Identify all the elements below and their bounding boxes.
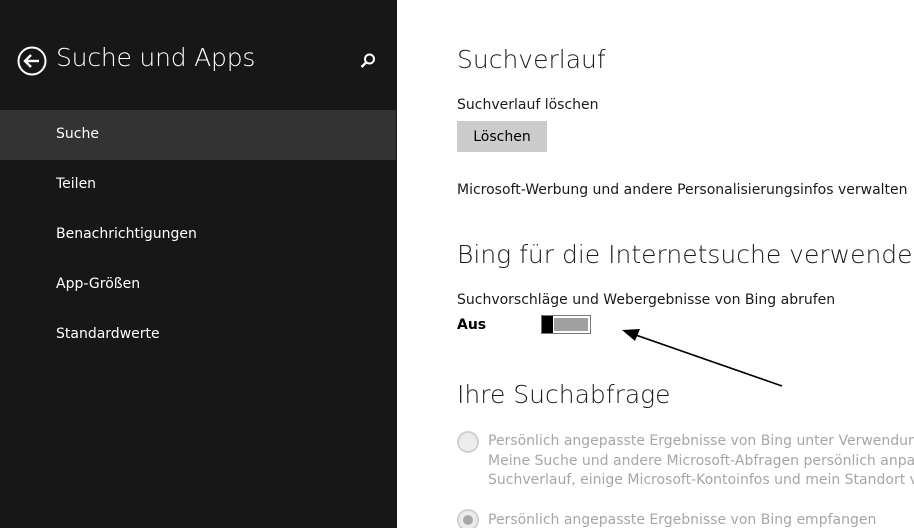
settings-pane: Suchverlauf Suchverlauf löschen Löschen … [397,0,914,528]
personalized-results-radio[interactable] [457,431,479,453]
option1-line2: Meine Suche und andere Microsoft-Abfrage… [488,453,914,469]
nav-item-teilen[interactable]: Teilen [0,160,397,210]
nav-item-label: Standardwerte [56,326,160,342]
nav-item-label: Suche [56,126,99,142]
bing-suggestions-toggle[interactable] [541,315,591,334]
bing-suggestions-label: Suchvorschläge und Webergebnisse von Bin… [457,292,836,308]
nav-item-label: Teilen [56,176,97,192]
nav-item-benachrichtigungen[interactable]: Benachrichtigungen [0,210,397,260]
option2-label: Persönlich angepasste Ergebnisse von Bin… [488,512,877,528]
sidebar: Suche und Apps Suche Teilen Benachrichti… [0,0,397,528]
page-title: Suche und Apps [56,43,256,72]
toggle-knob [542,316,553,333]
option1-line1: Persönlich angepasste Ergebnisse von Bin… [488,433,914,449]
back-arrow-icon[interactable] [17,46,47,76]
bing-heading: Bing für die Internetsuche verwenden [457,240,914,269]
toggle-track [554,318,588,331]
nav-item-label: Benachrichtigungen [56,226,197,242]
toggle-state-label: Aus [457,317,487,333]
search-icon[interactable] [358,51,378,71]
history-heading: Suchverlauf [457,45,606,74]
nav-item-app-groessen[interactable]: App-Größen [0,260,397,310]
nav-item-label: App-Größen [56,276,141,292]
clear-history-label: Suchverlauf löschen [457,97,599,113]
nav-item-suche[interactable]: Suche [0,110,396,160]
nav-item-standardwerte[interactable]: Standardwerte [0,310,397,360]
annotation-arrow-icon [622,329,783,387]
receive-personalized-radio[interactable] [457,509,479,528]
option1-line3: Suchverlauf, einige Microsoft-Kontoinfos… [488,472,914,488]
ads-personalization-link[interactable]: Microsoft-Werbung und andere Personalisi… [457,182,908,198]
clear-history-button[interactable]: Löschen [457,121,547,152]
radio-selected-dot [463,515,473,525]
